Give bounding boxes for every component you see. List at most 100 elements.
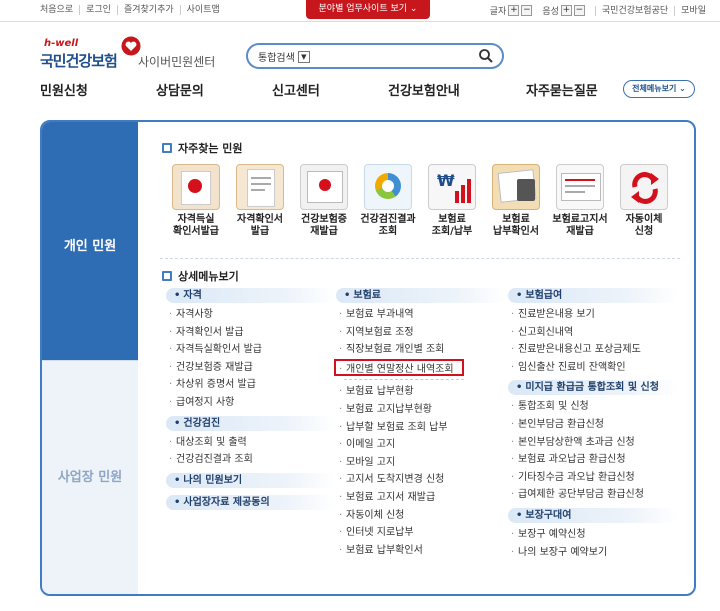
menu-item[interactable]: 모바일 고지 — [336, 454, 506, 472]
menu-item[interactable]: 보험료 납부확인서 — [336, 542, 506, 560]
fav-label-line1: 자격득실 — [177, 214, 215, 225]
nav-insurance-guide[interactable]: 건강보험안내 — [388, 80, 460, 99]
fav-label-line1: 보험료 — [438, 214, 466, 225]
menu-item[interactable]: 신고회신내역 — [508, 324, 678, 342]
fav-label-line1: 보험료고지서 — [552, 214, 608, 225]
business-sites-label: 분야별 업무사이트 보기 — [318, 4, 408, 14]
menu-item[interactable]: 급여정지 사항 — [166, 394, 336, 412]
fav-payment-confirmation[interactable]: 보험료 납부확인서 — [484, 164, 548, 238]
search-icon[interactable] — [478, 48, 494, 64]
menu-item[interactable]: 보험료 고지납부현황 — [336, 401, 506, 419]
text-size-label: 글자 — [489, 7, 507, 17]
fav-auto-transfer[interactable]: 자동이체 신청 — [612, 164, 676, 238]
top-utility-bar: 처음으로 로그인 즐겨찾기추가 사이트맵 분야별 업무사이트 보기 ⌄ 글자 +… — [0, 0, 720, 22]
menu-item[interactable]: 보험료 과오납금 환급신청 — [508, 451, 678, 469]
volume-plus-button[interactable]: + — [560, 5, 572, 16]
hwell-text: h-well — [44, 38, 79, 49]
search-scope-select[interactable]: 통합검색 ▼ — [258, 49, 310, 64]
menu-item[interactable]: 본인부담금 환급신청 — [508, 416, 678, 434]
nav-consultation[interactable]: 상담문의 — [156, 80, 204, 99]
business-sites-tab[interactable]: 분야별 업무사이트 보기 ⌄ — [306, 0, 430, 19]
menu-item[interactable]: 자격사항 — [166, 306, 336, 324]
refresh-icon — [620, 164, 668, 210]
menu-item[interactable]: 이메일 고지 — [336, 436, 506, 454]
all-menu-button[interactable]: 전체메뉴보기 ⌄ — [623, 80, 695, 98]
fav-label-line2: 조회 — [378, 226, 398, 237]
fav-notice-reissue[interactable]: 보험료고지서 재발급 — [548, 164, 612, 238]
menu-item-year-end-settlement[interactable]: 개인별 연말정산 내역조회 — [334, 358, 464, 378]
fav-insurance-card-reissue[interactable]: 건강보험증 재발급 — [292, 164, 356, 238]
menu-item[interactable]: 진료받은내용 보기 — [508, 306, 678, 324]
bill-icon — [556, 164, 604, 210]
detail-column-1: 자격 자격사항 자격확인서 발급 자격득실확인서 발급 건강보험증 재발급 차상… — [166, 288, 336, 513]
fav-label-line2: 조회/납부 — [431, 226, 473, 237]
menu-item[interactable]: 기타징수금 과오납 환급신청 — [508, 469, 678, 487]
nhis-link[interactable]: 국민건강보험공단 — [594, 5, 674, 16]
menu-item[interactable]: 건강검진결과 조회 — [166, 451, 336, 469]
insurance-card-icon — [300, 164, 348, 210]
category-health-checkup[interactable]: 건강검진 — [166, 415, 336, 431]
fav-label-line2: 신청 — [634, 226, 654, 237]
category-assistive-device[interactable]: 보장구대여 — [508, 507, 678, 523]
volume-minus-button[interactable]: − — [573, 5, 585, 16]
menu-item[interactable]: 자격확인서 발급 — [166, 324, 336, 342]
category-unpaid-refund[interactable]: 미지급 환급금 통합조회 및 신청 — [508, 380, 678, 396]
menu-item[interactable]: 고지서 도착지변경 신청 — [336, 471, 506, 489]
menu-item[interactable]: 보험료 부과내역 — [336, 306, 506, 324]
menu-item[interactable]: 본인부담상한액 초과금 신청 — [508, 434, 678, 452]
category-qualification[interactable]: 자격 — [166, 288, 336, 303]
sitemap-link[interactable]: 사이트맵 — [179, 5, 226, 15]
fav-label-line2: 재발급 — [310, 226, 338, 237]
category-premium[interactable]: 보험료 — [336, 288, 506, 303]
menu-item[interactable]: 보험료 납부현황 — [336, 383, 506, 401]
menu-item[interactable]: 납부할 보험료 조회 납부 — [336, 419, 506, 437]
mobile-link[interactable]: 모바일 — [674, 5, 712, 16]
nav-report-center[interactable]: 신고센터 — [272, 80, 320, 99]
category-insurance-benefits[interactable]: 보험급여 — [508, 288, 678, 303]
category-business-data-consent[interactable]: 사업장자료 제공동의 — [166, 494, 336, 510]
menu-item[interactable]: 진료받은내용신고 포상금제도 — [508, 341, 678, 359]
menu-item[interactable]: 대상조회 및 출력 — [166, 434, 336, 452]
bookmark-link[interactable]: 즐겨찾기추가 — [116, 5, 180, 15]
menu-item[interactable]: 보장구 예약신청 — [508, 526, 678, 544]
tab-business-civil[interactable]: 사업장 민원 — [42, 360, 138, 594]
book-icon — [162, 143, 172, 153]
menu-item[interactable]: 자동이체 신청 — [336, 507, 506, 525]
menu-item[interactable]: 나의 보장구 예약보기 — [508, 544, 678, 562]
all-menu-label: 전체메뉴보기 — [632, 84, 677, 93]
tab-personal-label: 개인 민원 — [63, 239, 117, 254]
fav-qualification-confirmation[interactable]: 자격확인서 발급 — [228, 164, 292, 238]
nav-faq[interactable]: 자주묻는질문 — [526, 80, 598, 99]
menu-item[interactable]: 인터넷 지로납부 — [336, 524, 506, 542]
main-navigation: 민원신청 상담문의 신고센터 건강보험안내 자주묻는질문 — [0, 78, 720, 102]
document-icon — [236, 164, 284, 210]
menu-item[interactable]: 급여제한 공단부담금 환급신청 — [508, 486, 678, 504]
menu-item[interactable]: 임신출산 진료비 잔액확인 — [508, 359, 678, 377]
menu-item[interactable]: 자격득실확인서 발급 — [166, 341, 336, 359]
fav-qualification-certificate[interactable]: 자격득실 확인서발급 — [164, 164, 228, 238]
menu-item[interactable]: 직장보험료 개인별 조회 — [336, 341, 506, 359]
fav-label-line2: 납부확인서 — [493, 226, 539, 237]
site-logo[interactable]: h-well 국민건강보험 사이버민원센터 — [40, 36, 250, 72]
tab-personal-civil[interactable]: 개인 민원 — [42, 122, 138, 360]
login-link[interactable]: 로그인 — [79, 5, 117, 15]
fav-premium-payment[interactable]: ₩ 보험료 조회/납부 — [420, 164, 484, 238]
menu-item[interactable]: 차상위 증명서 발급 — [166, 376, 336, 394]
category-my-civil[interactable]: 나의 민원보기 — [166, 472, 336, 488]
calculator-icon — [492, 164, 540, 210]
logo-subtitle: 사이버민원센터 — [138, 55, 216, 69]
menu-item[interactable]: 지역보험료 조정 — [336, 324, 506, 342]
chevron-down-icon: ⌄ — [679, 84, 686, 93]
tab-business-label: 사업장 민원 — [57, 470, 123, 485]
fav-checkup-result[interactable]: 건강검진결과 조회 — [356, 164, 420, 238]
home-link[interactable]: 처음으로 — [40, 5, 79, 15]
fav-label-line1: 보험료 — [502, 214, 530, 225]
fav-label-line2: 확인서발급 — [173, 226, 219, 237]
text-size-minus-button[interactable]: − — [521, 5, 533, 16]
menu-item[interactable]: 건강보험증 재발급 — [166, 359, 336, 377]
text-size-plus-button[interactable]: + — [508, 5, 520, 16]
menu-item[interactable]: 보험료 고지서 재발급 — [336, 489, 506, 507]
nav-civil-request[interactable]: 민원신청 — [40, 80, 88, 99]
menu-divider — [344, 379, 464, 381]
menu-item[interactable]: 통합조회 및 신청 — [508, 398, 678, 416]
